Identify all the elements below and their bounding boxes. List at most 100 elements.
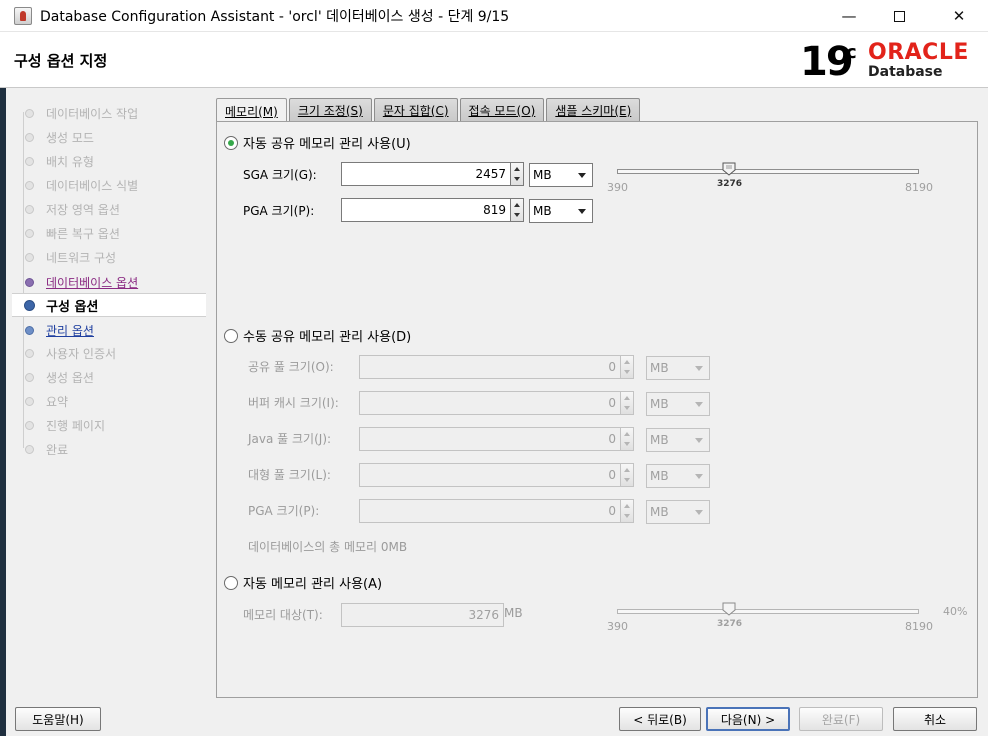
slider-current-value: 3276 (717, 619, 743, 629)
step-user-credentials: 사용자 인증서 (12, 342, 206, 364)
sga-memory-slider[interactable]: 3276 (617, 162, 919, 202)
sga-size-label: SGA 크기(G): (243, 168, 317, 182)
step-dot-icon (25, 228, 34, 238)
logo-product: Database (868, 64, 943, 80)
finish-button[interactable]: 완료(F) (799, 707, 883, 731)
sga-unit-select[interactable]: MB (529, 163, 593, 187)
sga-size-spinner[interactable] (510, 162, 524, 186)
step-creation-mode: 생성 모드 (12, 126, 206, 148)
large-pool-input[interactable]: 0 (359, 463, 621, 487)
logo-version: 19 (800, 39, 854, 85)
step-dot-icon (25, 180, 34, 190)
total-memory-note: 데이터베이스의 총 메모리 0MB (248, 540, 408, 554)
step-finish: 완료 (12, 438, 206, 460)
manual-pga-spinner[interactable] (620, 499, 634, 523)
window-title: Database Configuration Assistant - 'orcl… (40, 8, 510, 25)
step-dot-icon (25, 277, 34, 287)
pga-size-input[interactable]: 819 (341, 198, 511, 222)
java-pool-input[interactable]: 0 (359, 427, 621, 451)
sga-size-input[interactable]: 2457 (341, 162, 511, 186)
slider-track (617, 169, 919, 174)
minimize-button[interactable]: — (826, 0, 872, 32)
shared-pool-spinner[interactable] (620, 355, 634, 379)
main-area: 데이터베이스 작업 생성 모드 배치 유형 데이터베이스 식별 저장 영역 옵션… (0, 88, 988, 736)
step-database-options[interactable]: 데이터베이스 옵션 (12, 271, 206, 293)
tab-character-sets[interactable]: 문자 집합(C) (373, 98, 458, 122)
slider-current-value: 3276 (717, 179, 743, 189)
cancel-button[interactable]: 취소 (893, 707, 977, 731)
slider-thumb-icon[interactable] (722, 162, 736, 176)
step-dot-icon (25, 372, 34, 382)
title-bar: Database Configuration Assistant - 'orcl… (0, 0, 988, 32)
pga-size-label: PGA 크기(P): (243, 204, 315, 218)
java-pool-spinner[interactable] (620, 427, 634, 451)
radio-checked-icon[interactable] (224, 135, 238, 150)
auto-shared-memory-option[interactable]: 자동 공유 메모리 관리 사용(U) (224, 133, 411, 152)
java-pool-label: Java 풀 크기(J): (248, 432, 332, 446)
manual-pga-input[interactable]: 0 (359, 499, 621, 523)
step-database-operation: 데이터베이스 작업 (12, 102, 206, 124)
buffer-cache-unit-select[interactable]: MB (646, 392, 710, 416)
memory-target-label: 메모리 대상(T): (243, 608, 323, 622)
slider-max-label: 8190 (905, 181, 933, 194)
memory-panel: 자동 공유 메모리 관리 사용(U) SGA 크기(G): 2457 MB PG… (216, 121, 978, 698)
manual-pga-label: PGA 크기(P): (248, 504, 320, 518)
slider-min-label: 390 (607, 181, 628, 194)
slider-max-label: 8190 (905, 620, 933, 633)
tab-sizing[interactable]: 크기 조정(S) (288, 98, 372, 122)
step-network-config: 네트워크 구성 (12, 246, 206, 268)
shared-pool-label: 공유 풀 크기(O): (248, 360, 334, 374)
step-current-icon (24, 299, 35, 311)
maximize-button[interactable] (876, 0, 922, 32)
shared-pool-input[interactable]: 0 (359, 355, 621, 379)
step-dot-icon (25, 132, 34, 142)
step-summary: 요약 (12, 390, 206, 412)
large-pool-spinner[interactable] (620, 463, 634, 487)
slider-thumb-icon[interactable] (722, 602, 736, 616)
back-button[interactable]: < 뒤로(B) (619, 707, 701, 731)
manual-pga-unit-select[interactable]: MB (646, 500, 710, 524)
java-pool-unit-select[interactable]: MB (646, 428, 710, 452)
radio-unchecked-icon[interactable] (224, 328, 238, 343)
buffer-cache-label: 버퍼 캐시 크기(I): (248, 396, 339, 410)
oracle-logo: 19 c ORACLE Database (800, 40, 980, 84)
java-app-icon (14, 6, 32, 25)
step-storage-option: 저장 영역 옵션 (12, 198, 206, 220)
step-dot-icon (25, 420, 34, 430)
step-database-identification: 데이터베이스 식별 (12, 174, 206, 196)
tab-sample-schemas[interactable]: 샘플 스키마(E) (546, 98, 641, 122)
pga-unit-select[interactable]: MB (529, 199, 593, 223)
radio-unchecked-icon[interactable] (224, 575, 238, 590)
pga-size-spinner[interactable] (510, 198, 524, 222)
step-dot-icon (25, 204, 34, 214)
memory-target-percent: 40% (943, 605, 968, 618)
tab-connection-mode[interactable]: 접속 모드(O) (459, 98, 545, 122)
step-deployment-type: 배치 유형 (12, 150, 206, 172)
manual-shared-memory-option[interactable]: 수동 공유 메모리 관리 사용(D) (224, 326, 411, 345)
slider-min-label: 390 (607, 620, 628, 633)
slider-track (617, 609, 919, 614)
page-title: 구성 옵션 지정 (14, 52, 108, 70)
tab-memory[interactable]: 메모리(M) (216, 98, 287, 123)
step-management-options[interactable]: 관리 옵션 (12, 319, 206, 341)
buffer-cache-spinner[interactable] (620, 391, 634, 415)
memory-target-slider[interactable]: 3276 (617, 602, 919, 642)
config-tabs: 메모리(M) 크기 조정(S) 문자 집합(C) 접속 모드(O) 샘플 스키마… (216, 98, 642, 123)
step-dot-icon (25, 396, 34, 406)
large-pool-unit-select[interactable]: MB (646, 464, 710, 488)
maximize-icon (893, 10, 905, 22)
auto-memory-option[interactable]: 자동 메모리 관리 사용(A) (224, 573, 382, 592)
close-button[interactable]: ✕ (936, 0, 982, 32)
buffer-cache-input[interactable]: 0 (359, 391, 621, 415)
step-dot-icon (25, 108, 34, 118)
step-creation-option: 생성 옵션 (12, 366, 206, 388)
memory-target-input[interactable]: 3276 (341, 603, 504, 627)
step-progress-page: 진행 페이지 (12, 414, 206, 436)
step-dot-icon (25, 348, 34, 358)
help-button[interactable]: 도움말(H) (15, 707, 101, 731)
memory-target-unit: MB (504, 606, 523, 620)
shared-pool-unit-select[interactable]: MB (646, 356, 710, 380)
logo-brand: ORACLE (868, 40, 969, 65)
step-dot-icon (25, 325, 34, 335)
next-button[interactable]: 다음(N) > (706, 707, 790, 731)
